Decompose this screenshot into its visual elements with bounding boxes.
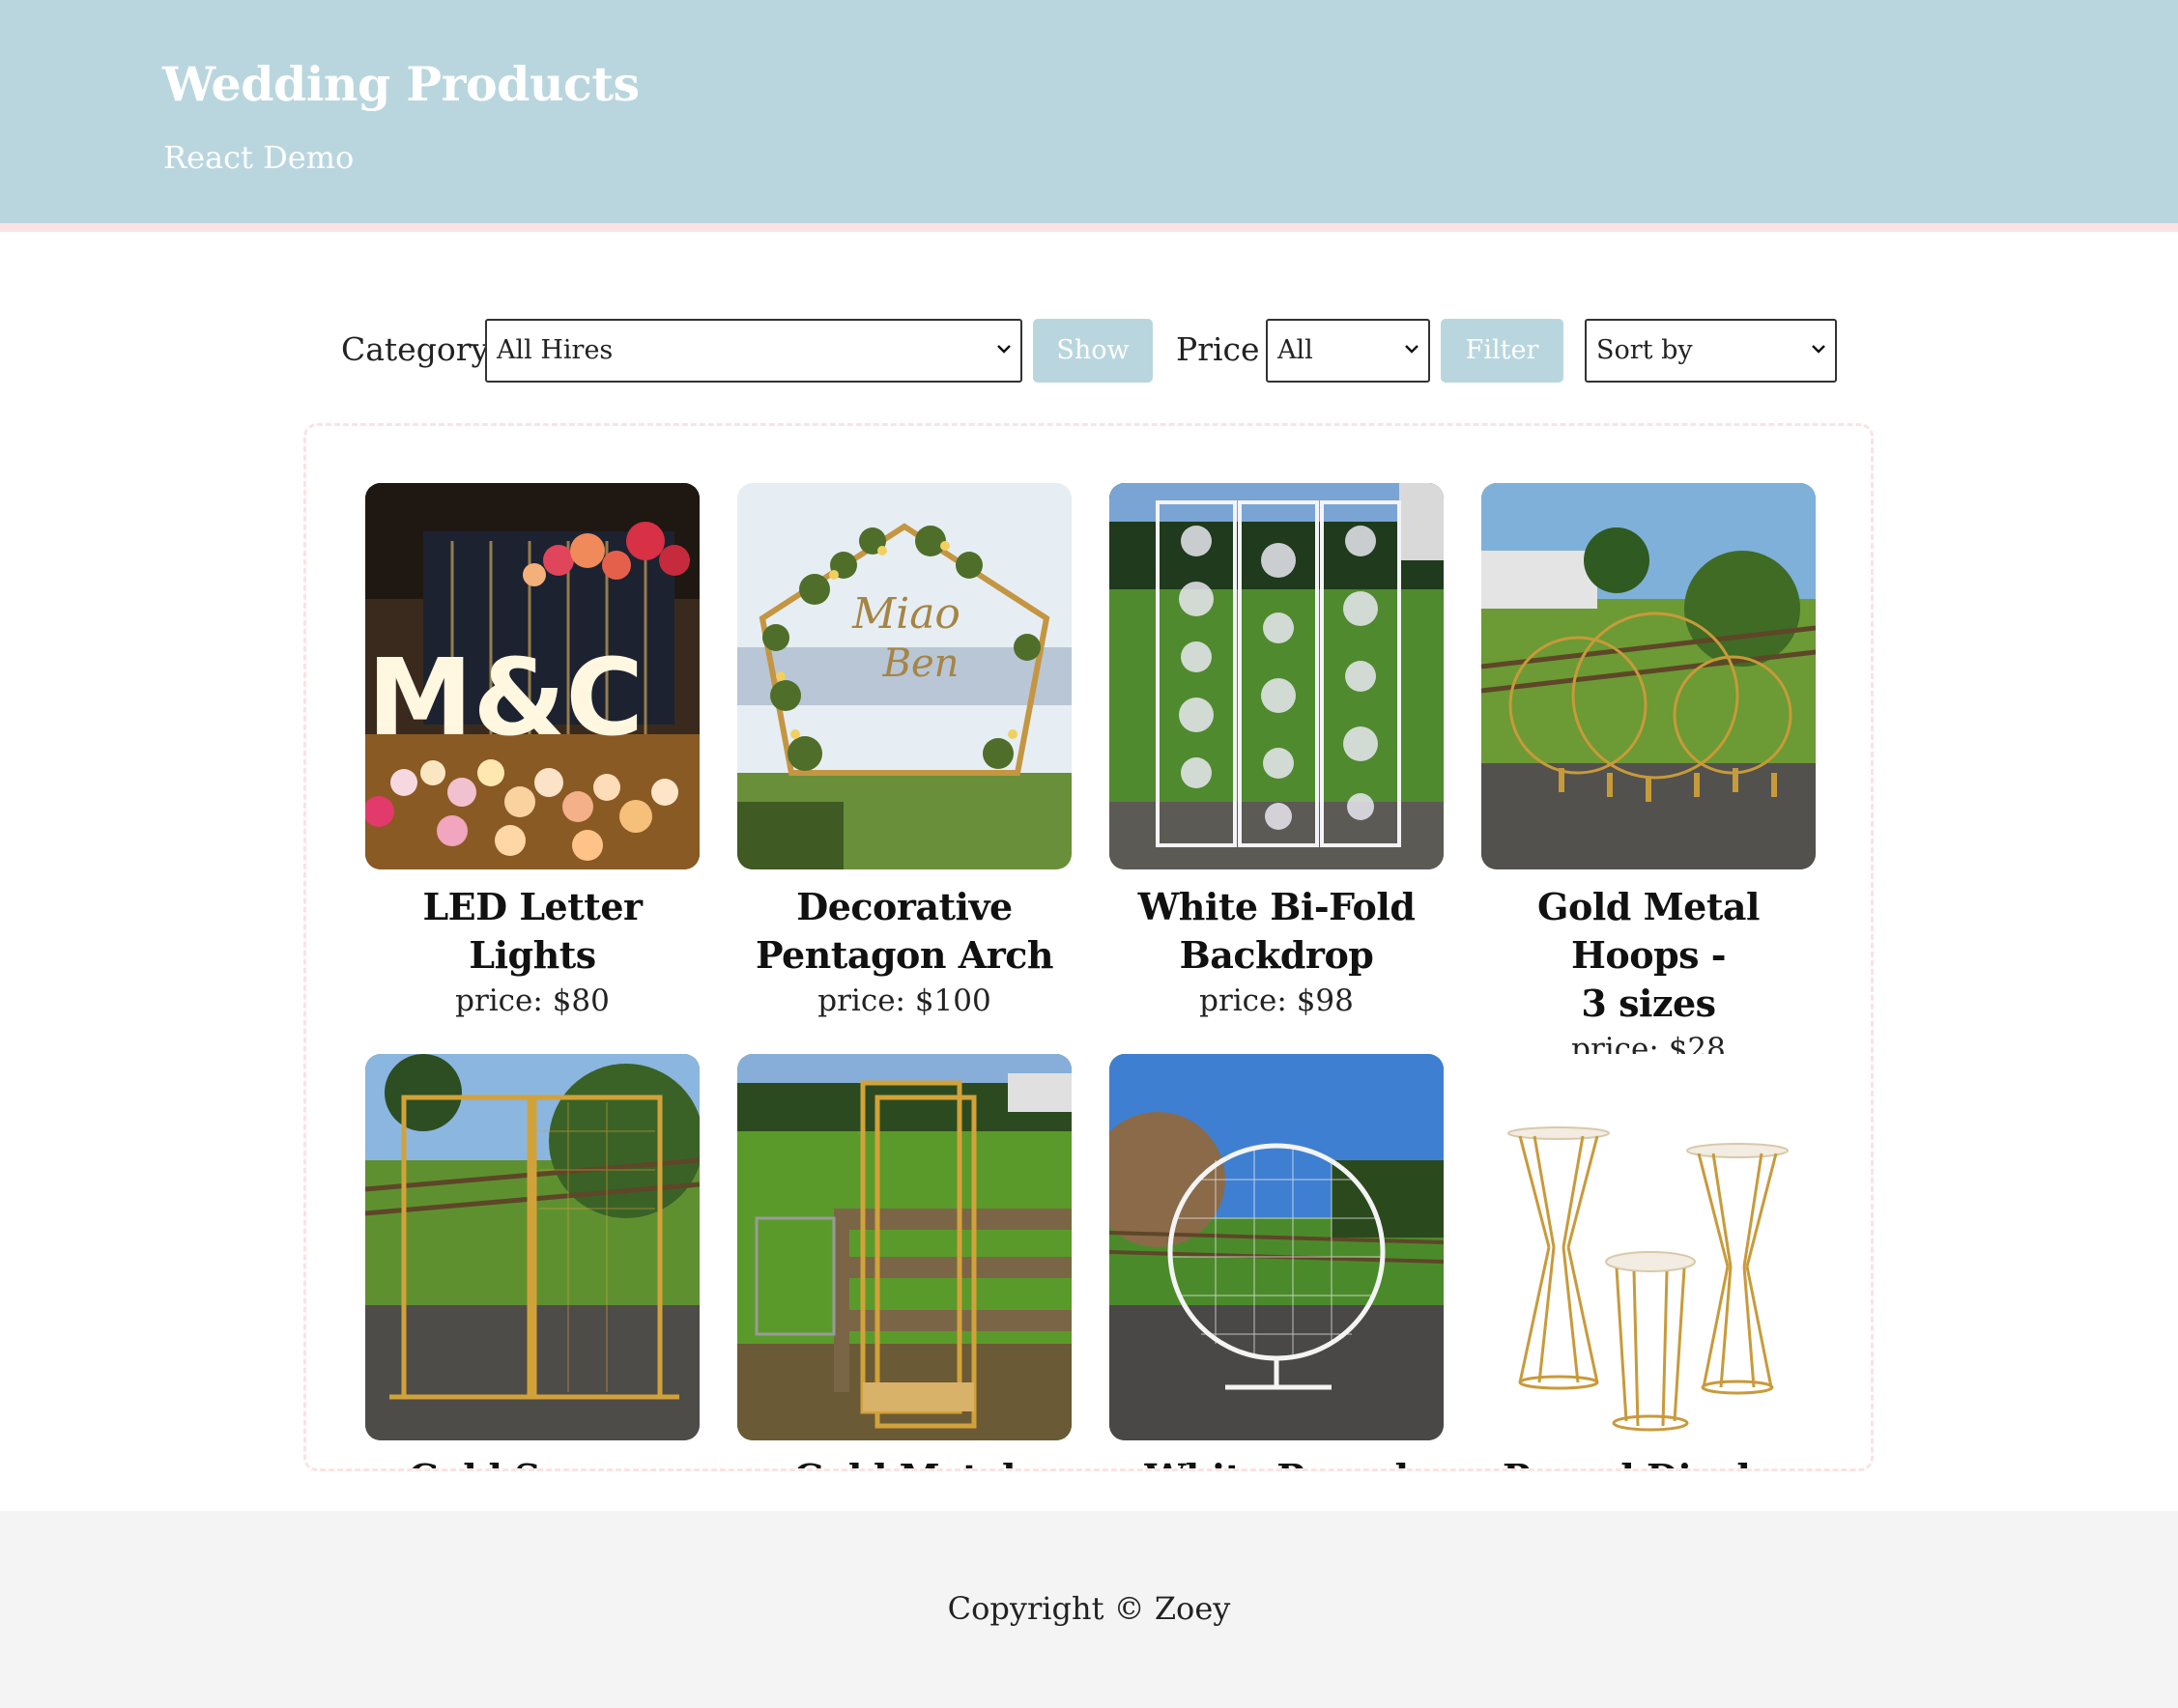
product-image-white-bifold-backdrop[interactable] bbox=[1109, 483, 1444, 869]
product-title[interactable]: Gold Square Mesh bbox=[365, 1454, 700, 1468]
product-grid: M&C LED Letter Lights price: $80 Miao Be… bbox=[303, 423, 1874, 1471]
chevron-down-icon bbox=[1405, 345, 1419, 354]
product-card[interactable]: White Bi-Fold Backdrop price: $98 bbox=[1109, 483, 1444, 1022]
product-title-line: Backdrop bbox=[1179, 933, 1374, 977]
product-price: price: $80 bbox=[455, 983, 610, 1018]
product-title[interactable]: White Bi-Fold Backdrop bbox=[1109, 883, 1444, 980]
product-image-white-round-mesh[interactable] bbox=[1109, 1054, 1444, 1440]
site-title: Wedding Products bbox=[162, 56, 640, 112]
site-header: Wedding Products React Demo bbox=[0, 0, 2178, 232]
product-title-line: Gold Metal bbox=[737, 1454, 1072, 1468]
product-title-line: 3 sizes bbox=[1581, 982, 1716, 1025]
product-image-gold-metal-hoops[interactable] bbox=[1481, 483, 1816, 869]
svg-text:Miao: Miao bbox=[851, 589, 960, 639]
svg-text:Ben: Ben bbox=[882, 641, 960, 686]
product-title-line: Decorative bbox=[796, 885, 1013, 928]
product-title-line: White Bi-Fold bbox=[1137, 885, 1416, 928]
product-card[interactable]: White Round Mesh bbox=[1109, 1054, 1444, 1468]
product-image-gold-metal-frame[interactable] bbox=[737, 1054, 1072, 1440]
product-title-line: Gold Square Mesh bbox=[365, 1454, 700, 1468]
product-title-line: Round Display Cake bbox=[1481, 1454, 1816, 1468]
product-title-line: LED Letter Lights bbox=[422, 885, 643, 977]
product-card[interactable]: Gold Metal bbox=[737, 1054, 1072, 1468]
product-card[interactable]: M&C LED Letter Lights price: $80 bbox=[365, 483, 700, 1022]
sort-select[interactable]: Sort by bbox=[1585, 319, 1837, 383]
copyright-text: Copyright © Zoey bbox=[947, 1590, 1231, 1627]
product-price: price: $98 bbox=[1199, 983, 1354, 1018]
product-card[interactable]: Round Display Cake bbox=[1481, 1054, 1816, 1468]
product-title[interactable]: Gold Metal Hoops - 3 sizes bbox=[1481, 883, 1816, 1028]
site-subtitle: React Demo bbox=[163, 139, 355, 176]
product-image-pentagon-arch[interactable]: Miao Ben bbox=[737, 483, 1072, 869]
product-title[interactable]: Round Display Cake bbox=[1481, 1454, 1816, 1468]
product-title[interactable]: White Round Mesh bbox=[1109, 1454, 1444, 1468]
filter-button[interactable]: Filter bbox=[1441, 319, 1563, 383]
chevron-down-icon bbox=[997, 345, 1011, 354]
product-title-line: Pentagon Arch bbox=[755, 933, 1054, 977]
site-footer: Copyright © Zoey bbox=[0, 1511, 2178, 1708]
product-title-line: White Round Mesh bbox=[1109, 1454, 1444, 1468]
price-select[interactable]: All bbox=[1266, 319, 1430, 383]
price-select-value: All bbox=[1277, 335, 1313, 365]
product-title[interactable]: Decorative Pentagon Arch bbox=[737, 883, 1072, 980]
product-card[interactable]: Gold Square Mesh bbox=[365, 1054, 700, 1468]
product-image-led-letter-lights[interactable]: M&C bbox=[365, 483, 700, 869]
product-card[interactable]: Gold Metal Hoops - 3 sizes price: $28 bbox=[1481, 483, 1816, 1070]
svg-text:M&C: M&C bbox=[367, 636, 644, 759]
product-title-line: Gold Metal Hoops - bbox=[1537, 885, 1760, 977]
category-label: Category bbox=[341, 330, 490, 368]
product-image-gold-square-mesh[interactable] bbox=[365, 1054, 700, 1440]
category-select[interactable]: All Hires bbox=[485, 319, 1022, 383]
product-title[interactable]: Gold Metal bbox=[737, 1454, 1072, 1468]
product-price: price: $100 bbox=[817, 983, 991, 1018]
show-button[interactable]: Show bbox=[1033, 319, 1153, 383]
price-label: Price bbox=[1176, 330, 1260, 368]
product-image-round-display-cake-stands[interactable] bbox=[1481, 1054, 1816, 1440]
product-title[interactable]: LED Letter Lights bbox=[365, 883, 700, 980]
category-select-value: All Hires bbox=[497, 335, 614, 365]
sort-select-value: Sort by bbox=[1596, 335, 1693, 365]
chevron-down-icon bbox=[1812, 345, 1825, 354]
product-card[interactable]: Miao Ben Decorative Pentagon Arch price:… bbox=[737, 483, 1072, 1022]
